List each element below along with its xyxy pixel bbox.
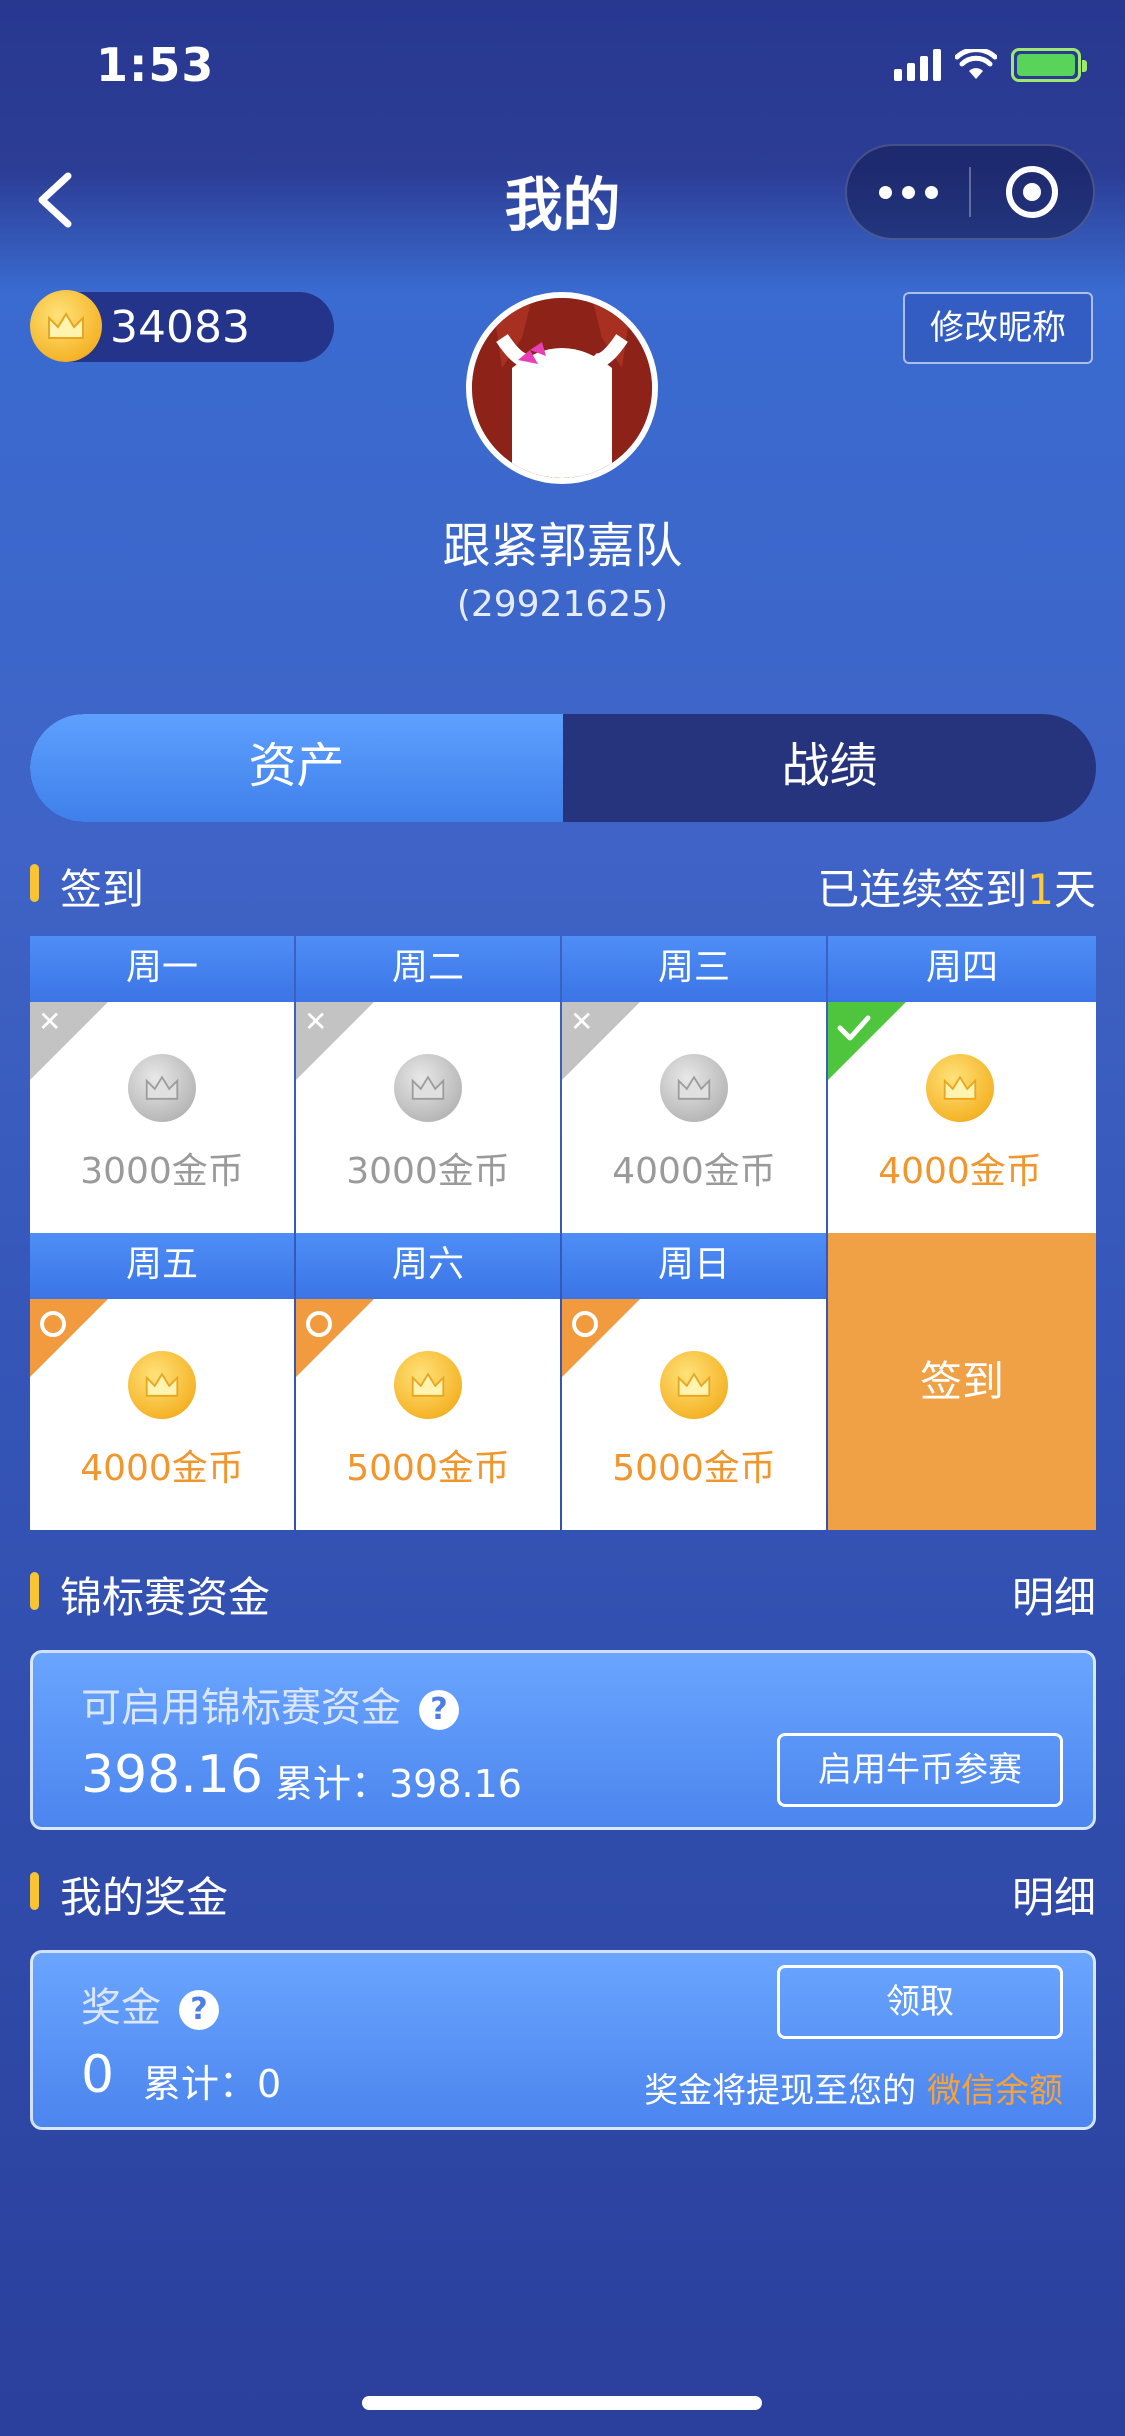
championship-label-row: 可启用锦标赛资金?	[81, 1675, 459, 1733]
championship-value: 398.16	[81, 1745, 263, 1805]
day-label: 周五	[30, 1233, 294, 1299]
gold-coin-icon	[926, 1054, 994, 1122]
avatar[interactable]	[466, 292, 658, 484]
close-program-icon[interactable]	[971, 166, 1093, 218]
help-icon[interactable]: ?	[419, 1690, 459, 1730]
missed-icon: ✕	[570, 1005, 594, 1038]
nav-bar: 我的	[0, 130, 1125, 260]
bonus-value: 0	[81, 2045, 115, 2105]
championship-label: 可启用锦标赛资金	[81, 1685, 401, 1731]
day-reward: 5000金币	[612, 1448, 776, 1489]
tab-records[interactable]: 战绩	[563, 714, 1096, 822]
gold-coin-icon	[30, 290, 102, 362]
gold-coin-icon	[128, 1351, 196, 1419]
user-id: (29921625)	[456, 584, 669, 625]
signin-section-header: 签到 已连续签到1天	[30, 852, 1096, 914]
nickname: 跟紧郭嘉队	[442, 518, 683, 574]
signin-day-wed: 周三 ✕ 4000金币	[562, 936, 826, 1233]
tab-bar: 资产 战绩	[30, 714, 1096, 822]
bonus-label-row: 奖金?	[81, 1975, 219, 2033]
day-label: 周三	[562, 936, 826, 1002]
bonus-label: 奖金	[81, 1985, 161, 2031]
signin-day-sun: 周日 5000金币	[562, 1233, 826, 1530]
check-icon	[837, 1015, 871, 1041]
status-time: 1:53	[96, 38, 215, 92]
bonus-title: 我的奖金	[60, 1873, 229, 1922]
pending-icon	[572, 1311, 598, 1337]
battery-icon	[1011, 48, 1087, 82]
bonus-detail-link[interactable]: 明细	[1012, 1864, 1096, 1925]
signin-day-thu: 周四 4000金币	[828, 936, 1096, 1233]
edit-nickname-button[interactable]: 修改昵称	[903, 292, 1093, 364]
day-reward: 3000金币	[346, 1151, 510, 1192]
missed-icon: ✕	[38, 1005, 62, 1038]
wechat-balance-link[interactable]: 微信余额	[927, 2071, 1063, 2111]
championship-title: 锦标赛资金	[60, 1573, 271, 1622]
section-marker	[30, 864, 39, 902]
withdraw-note: 奖金将提现至您的 微信余额	[644, 2071, 1063, 2111]
signal-icon	[894, 49, 941, 81]
day-reward: 3000金币	[80, 1151, 244, 1192]
missed-icon: ✕	[304, 1005, 328, 1038]
day-reward: 4000金币	[80, 1448, 244, 1489]
status-icons	[894, 48, 1087, 82]
silver-coin-icon	[660, 1054, 728, 1122]
pending-icon	[306, 1311, 332, 1337]
more-icon[interactable]	[847, 185, 969, 199]
tab-assets[interactable]: 资产	[30, 714, 563, 822]
day-reward: 4000金币	[878, 1151, 1042, 1192]
streak-days: 1	[1027, 865, 1054, 914]
day-reward: 5000金币	[346, 1448, 510, 1489]
section-marker	[30, 1572, 39, 1610]
signin-grid: 周一 ✕ 3000金币 周二 ✕ 3000金币 周三 ✕ 4000金币 周四 4…	[30, 936, 1096, 1530]
signin-day-fri: 周五 4000金币	[30, 1233, 294, 1530]
silver-coin-icon	[394, 1054, 462, 1122]
day-label: 周六	[296, 1233, 560, 1299]
day-reward: 4000金币	[612, 1151, 776, 1192]
section-marker	[30, 1872, 39, 1910]
gold-coin-icon	[660, 1351, 728, 1419]
signin-title: 签到	[60, 865, 145, 914]
day-label: 周二	[296, 936, 560, 1002]
signin-streak: 已连续签到1天	[817, 865, 1096, 914]
home-indicator[interactable]	[362, 2396, 762, 2410]
signin-day-tue: 周二 ✕ 3000金币	[296, 936, 560, 1233]
silver-coin-icon	[128, 1054, 196, 1122]
help-icon[interactable]: ?	[179, 1990, 219, 2030]
wifi-icon	[955, 49, 997, 79]
signin-day-sat: 周六 5000金币	[296, 1233, 560, 1530]
mini-program-capsule	[845, 144, 1095, 240]
bonus-section-header: 我的奖金 明细	[30, 1860, 1096, 1922]
day-label: 周日	[562, 1233, 826, 1299]
claim-button[interactable]: 领取	[777, 1965, 1063, 2039]
enable-niubi-button[interactable]: 启用牛币参赛	[777, 1733, 1063, 1807]
day-label: 周一	[30, 936, 294, 1002]
championship-cumulative: 累计：398.16	[275, 1762, 522, 1806]
gold-coin-icon	[394, 1351, 462, 1419]
signin-button[interactable]: 签到	[828, 1233, 1096, 1530]
championship-card: 可启用锦标赛资金? 398.16 累计：398.16 启用牛币参赛	[30, 1650, 1096, 1830]
coin-balance-value: 34083	[110, 302, 250, 353]
championship-section-header: 锦标赛资金 明细	[30, 1560, 1096, 1622]
day-label: 周四	[828, 936, 1096, 1002]
screen: 1:53 我的 34083 修改昵称 跟紧郭嘉队 (29921625) 资产 战…	[0, 0, 1125, 2436]
bonus-card: 奖金? 0 累计：0 领取 奖金将提现至您的 微信余额	[30, 1950, 1096, 2130]
championship-detail-link[interactable]: 明细	[1012, 1564, 1096, 1625]
pending-icon	[40, 1311, 66, 1337]
bonus-cumulative: 累计：0	[143, 2062, 282, 2106]
signin-day-mon: 周一 ✕ 3000金币	[30, 936, 294, 1233]
coin-balance: 34083	[30, 290, 334, 362]
